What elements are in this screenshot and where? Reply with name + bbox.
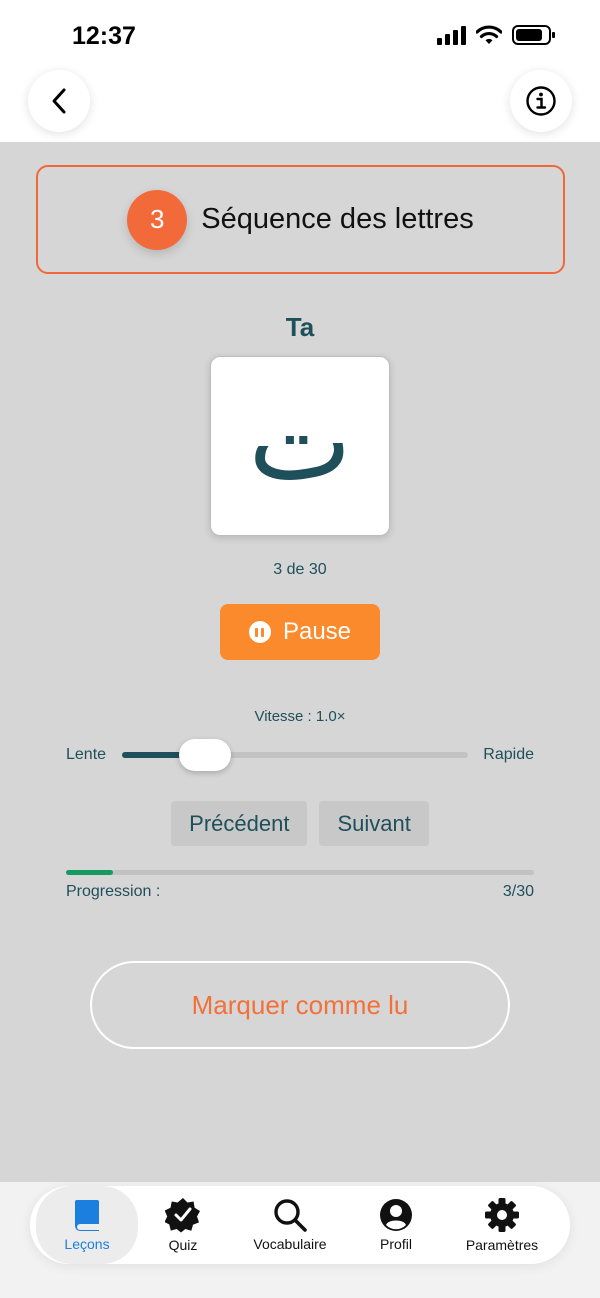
progress-label: Progression : bbox=[66, 883, 161, 900]
tab-bar: Leçons Quiz Vocabulaire Profil Paramètre… bbox=[30, 1186, 570, 1264]
letter-card: ت bbox=[210, 356, 390, 536]
tab-vocabulaire[interactable]: Vocabulaire bbox=[242, 1186, 338, 1264]
pause-button[interactable]: Pause bbox=[220, 604, 380, 660]
next-button[interactable]: Suivant bbox=[319, 801, 429, 846]
tab-label: Quiz bbox=[168, 1237, 198, 1253]
speed-label: Vitesse : 1.0× bbox=[254, 708, 346, 725]
verified-badge-icon bbox=[165, 1198, 200, 1233]
speed-control: Lente Rapide bbox=[66, 739, 534, 772]
letter-name: Ta bbox=[285, 312, 315, 342]
tab-label: Leçons bbox=[64, 1236, 110, 1252]
status-time: 12:37 bbox=[72, 22, 136, 50]
progress-count: 3/30 bbox=[502, 883, 534, 900]
tab-label: Profil bbox=[380, 1236, 412, 1252]
pause-icon bbox=[248, 621, 271, 643]
back-button[interactable] bbox=[28, 70, 90, 132]
profile-icon bbox=[380, 1199, 412, 1231]
speed-min-label: Lente bbox=[66, 746, 107, 763]
navigation-bar bbox=[0, 70, 600, 142]
letter-navigation: Précédent Suivant bbox=[0, 801, 600, 846]
info-button[interactable] bbox=[510, 70, 572, 132]
lesson-header: 3 Séquence des lettres bbox=[36, 165, 565, 274]
letter-counter: 3 de 30 bbox=[273, 561, 327, 578]
wifi-icon bbox=[476, 25, 502, 44]
tab-profil[interactable]: Profil bbox=[352, 1186, 440, 1264]
speed-slider[interactable] bbox=[122, 739, 468, 771]
progress-bar bbox=[66, 870, 534, 875]
mark-as-read-button[interactable]: Marquer comme lu bbox=[90, 961, 510, 1049]
search-icon bbox=[274, 1199, 307, 1232]
battery-icon bbox=[512, 25, 555, 45]
cellular-signal-icon bbox=[437, 25, 466, 45]
progress-bar-fill bbox=[66, 870, 113, 875]
status-icons bbox=[437, 24, 556, 46]
pause-button-label: Pause bbox=[282, 618, 352, 645]
tab-lecons[interactable]: Leçons bbox=[36, 1186, 138, 1264]
lesson-title: Séquence des lettres bbox=[201, 203, 474, 235]
lesson-number-badge: 3 bbox=[127, 189, 188, 250]
gear-icon bbox=[485, 1198, 519, 1232]
tab-label: Paramètres bbox=[465, 1237, 539, 1253]
tab-quiz[interactable]: Quiz bbox=[138, 1186, 228, 1264]
tab-parametres[interactable]: Paramètres bbox=[450, 1186, 554, 1264]
previous-button[interactable]: Précédent bbox=[171, 801, 308, 846]
chevron-left-icon bbox=[52, 88, 66, 114]
tab-label: Vocabulaire bbox=[253, 1236, 327, 1252]
letter-glyph: ت bbox=[248, 377, 352, 505]
status-bar: 12:37 bbox=[0, 0, 600, 70]
speed-slider-thumb[interactable] bbox=[179, 739, 232, 771]
info-icon bbox=[526, 86, 556, 116]
speed-max-label: Rapide bbox=[483, 746, 534, 763]
book-icon bbox=[75, 1200, 99, 1231]
